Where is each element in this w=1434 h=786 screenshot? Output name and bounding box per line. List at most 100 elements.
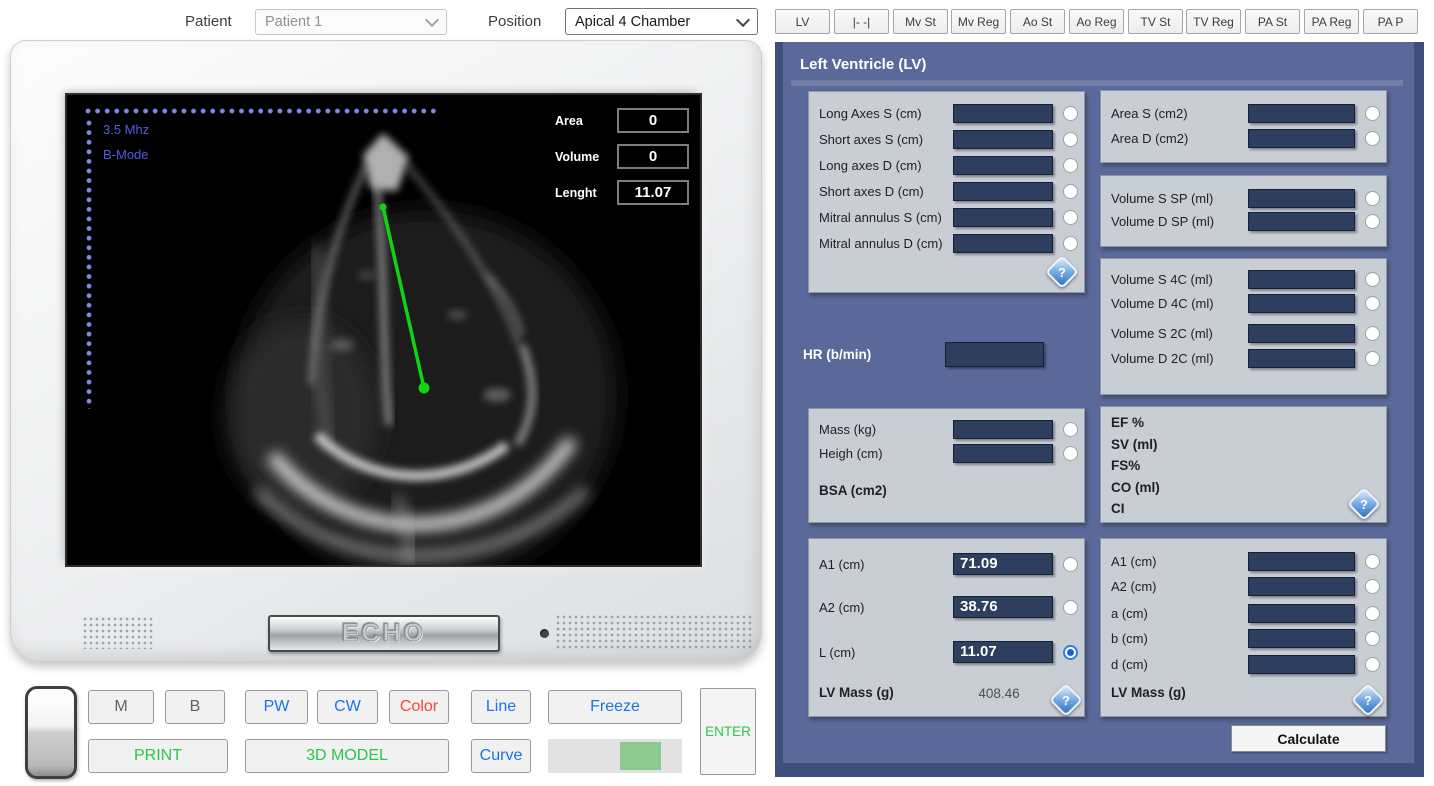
print-button[interactable]: PRINT	[88, 739, 228, 773]
measurement-radio[interactable]	[1365, 606, 1380, 621]
view-button-ao-st[interactable]: Ao St	[1010, 9, 1065, 34]
measurement-input[interactable]	[1248, 604, 1355, 623]
measurement-radio[interactable]	[1063, 600, 1078, 615]
measurement-label: A1 (cm)	[819, 557, 953, 572]
position-select[interactable]: Apical 4 Chamber	[565, 8, 758, 35]
line-button[interactable]: Line	[471, 690, 531, 724]
measurement-label: Volume D 2C (ml)	[1111, 351, 1248, 366]
measurement-input[interactable]	[1248, 189, 1355, 208]
measurement-input[interactable]	[953, 182, 1053, 201]
view-button-caliper[interactable]: |- -|	[834, 9, 889, 34]
measurement-radio[interactable]	[1365, 106, 1380, 121]
3d-model-button[interactable]: 3D MODEL	[245, 739, 449, 773]
enter-button[interactable]: ENTER	[700, 688, 756, 775]
measurement-radio[interactable]	[1365, 326, 1380, 341]
measurement-input[interactable]	[953, 208, 1053, 227]
measurement-input[interactable]	[1248, 129, 1355, 148]
help-icon[interactable]: ?	[1351, 683, 1385, 717]
measurement-radio[interactable]	[1063, 158, 1078, 173]
measurement-radio[interactable]	[1365, 657, 1380, 672]
help-glyph: ?	[1056, 690, 1076, 710]
hr-label: HR (b/min)	[803, 342, 908, 366]
view-button-tv-st[interactable]: TV St	[1128, 9, 1183, 34]
freeze-button[interactable]: Freeze	[548, 690, 682, 724]
help-icon[interactable]: ?	[1049, 683, 1083, 717]
freeze-slider[interactable]	[548, 739, 682, 773]
measurement-radio-selected[interactable]	[1063, 645, 1078, 660]
help-icon[interactable]: ?	[1045, 255, 1079, 289]
measurement-radio[interactable]	[1365, 191, 1380, 206]
measurement-radio[interactable]	[1063, 422, 1078, 437]
volume-sp-group: Volume S SP (ml) Volume D SP (ml)	[1100, 175, 1387, 247]
measurement-radio[interactable]	[1365, 272, 1380, 287]
measurement-radio[interactable]	[1365, 351, 1380, 366]
measurement-row: Volume D SP (ml)	[1111, 210, 1380, 232]
position-label: Position	[488, 13, 541, 30]
view-button-ao-reg[interactable]: Ao Reg	[1069, 9, 1124, 34]
measurement-radio[interactable]	[1365, 579, 1380, 594]
view-button-pa-p[interactable]: PA P	[1363, 9, 1418, 34]
measurement-input[interactable]	[1248, 270, 1355, 289]
chevron-down-icon	[425, 13, 439, 27]
measurement-label: Mass (kg)	[819, 422, 953, 437]
measurement-input[interactable]: 11.07	[953, 641, 1053, 663]
calculate-button[interactable]: Calculate	[1231, 725, 1386, 752]
measurement-label: Volume S SP (ml)	[1111, 191, 1248, 206]
measurement-input[interactable]	[1248, 577, 1355, 596]
measurement-radio[interactable]	[1365, 296, 1380, 311]
measurement-input[interactable]	[1248, 212, 1355, 231]
b-mode-button[interactable]: B	[165, 690, 225, 724]
help-icon[interactable]: ?	[1347, 487, 1381, 521]
measurement-row: Mitral annulus D (cm)	[819, 232, 1078, 254]
lv-mass-label: LV Mass (g)	[1111, 685, 1186, 700]
measurement-input[interactable]	[1248, 104, 1355, 123]
view-button-pa-st[interactable]: PA St	[1245, 9, 1300, 34]
measurement-radio[interactable]	[1063, 184, 1078, 199]
measurement-input[interactable]	[1248, 324, 1355, 343]
measurement-input[interactable]	[1248, 655, 1355, 674]
measurement-input[interactable]	[953, 104, 1053, 123]
measurement-radio[interactable]	[1365, 131, 1380, 146]
measurement-input[interactable]	[1248, 552, 1355, 571]
measurement-radio[interactable]	[1063, 236, 1078, 251]
measurement-input[interactable]	[953, 444, 1053, 463]
measurement-input[interactable]	[1248, 294, 1355, 313]
freeze-slider-thumb[interactable]	[620, 742, 661, 770]
m-mode-button[interactable]: M	[88, 690, 154, 724]
curve-button[interactable]: Curve	[471, 739, 531, 773]
measurement-input[interactable]: 71.09	[953, 553, 1053, 575]
measurement-label: Heigh (cm)	[819, 446, 953, 461]
view-button-tv-reg[interactable]: TV Reg	[1186, 9, 1241, 34]
help-glyph: ?	[1358, 690, 1378, 710]
cw-button[interactable]: CW	[317, 690, 378, 724]
measurement-radio[interactable]	[1063, 106, 1078, 121]
color-button[interactable]: Color	[389, 690, 449, 724]
measurement-row: Volume S SP (ml)	[1111, 187, 1380, 209]
measurement-radio[interactable]	[1365, 554, 1380, 569]
measurement-radio[interactable]	[1063, 557, 1078, 572]
measurement-radio[interactable]	[1063, 210, 1078, 225]
measurement-radio[interactable]	[1063, 446, 1078, 461]
measurement-row: a (cm)	[1111, 602, 1380, 624]
measurement-input[interactable]	[1248, 629, 1355, 648]
measurement-input[interactable]	[953, 420, 1053, 439]
view-button-pa-reg[interactable]: PA Reg	[1304, 9, 1359, 34]
measurement-input[interactable]: 38.76	[953, 596, 1053, 618]
view-button-mv-reg[interactable]: Mv Reg	[951, 9, 1006, 34]
measurement-radio[interactable]	[1063, 132, 1078, 147]
view-button-lv[interactable]: LV	[775, 9, 830, 34]
ultrasound-probe[interactable]	[25, 686, 77, 779]
hr-input[interactable]	[945, 342, 1044, 367]
patient-select[interactable]: Patient 1	[255, 9, 447, 35]
measurement-radio[interactable]	[1365, 631, 1380, 646]
measurement-input[interactable]	[953, 130, 1053, 149]
view-button-mv-st[interactable]: Mv St	[893, 9, 948, 34]
measurement-input[interactable]	[1248, 349, 1355, 368]
measurement-row: Long axes D (cm)	[819, 154, 1078, 176]
measurement-label: L (cm)	[819, 645, 953, 660]
measurement-input[interactable]	[953, 156, 1053, 175]
measurement-radio[interactable]	[1365, 214, 1380, 229]
measurement-input[interactable]	[953, 234, 1053, 253]
measurement-row: Area S (cm2)	[1111, 102, 1380, 124]
pw-button[interactable]: PW	[245, 690, 308, 724]
